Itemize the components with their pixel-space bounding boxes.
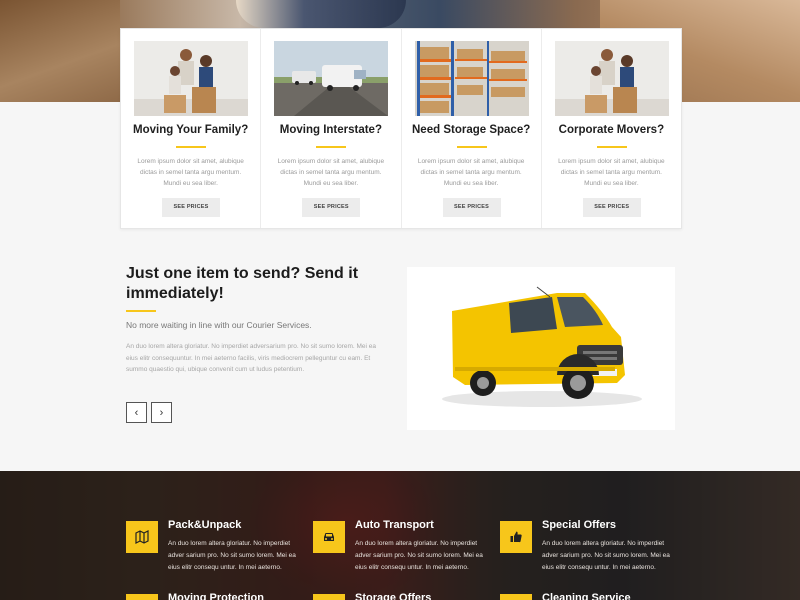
feature-description: An duo lorem altera gloriatur. No imperd… bbox=[168, 540, 296, 571]
features-section: Pack&Unpack An duo lorem altera gloriatu… bbox=[0, 471, 800, 600]
title-underline bbox=[316, 146, 347, 148]
title-underline bbox=[456, 146, 487, 148]
feature-title: Storage Offers bbox=[355, 592, 432, 600]
next-arrow-button[interactable]: › bbox=[151, 402, 172, 423]
see-prices-button[interactable]: SEE PRICES bbox=[442, 198, 501, 217]
hero-boxes-left bbox=[0, 0, 120, 102]
service-card-storage: Need Storage Space? Lorem ipsum dolor si… bbox=[401, 29, 542, 228]
heading-underline bbox=[126, 310, 156, 312]
card-title: Moving Your Family? bbox=[133, 124, 249, 136]
map-icon bbox=[126, 521, 158, 553]
thumbs-up-icon bbox=[500, 521, 532, 553]
box-icon bbox=[313, 594, 345, 600]
car-icon bbox=[313, 521, 345, 553]
card-description: Lorem ipsum dolor sit amet, alubique dic… bbox=[137, 158, 244, 187]
service-card-corporate: Corporate Movers? Lorem ipsum dolor sit … bbox=[541, 29, 681, 228]
courier-body: An duo lorem altera gloriatur. No imperd… bbox=[126, 343, 376, 373]
service-card-family: Moving Your Family? Lorem ipsum dolor si… bbox=[121, 29, 262, 228]
feature-title: Moving Protection bbox=[168, 592, 264, 600]
card-description: Lorem ipsum dolor sit amet, alubique dic… bbox=[558, 158, 665, 187]
card-title: Need Storage Space? bbox=[412, 124, 531, 136]
feature-title: Cleaning Service bbox=[542, 592, 631, 600]
courier-subtitle: No more waiting in line with our Courier… bbox=[126, 320, 312, 330]
feature-title: Special Offers bbox=[542, 519, 616, 531]
hero-child-figure bbox=[236, 0, 406, 28]
service-cards: Moving Your Family? Lorem ipsum dolor si… bbox=[120, 28, 682, 229]
card-title: Corporate Movers? bbox=[558, 124, 665, 136]
card-description: Lorem ipsum dolor sit amet, alubique dic… bbox=[277, 158, 385, 187]
shield-icon bbox=[126, 594, 158, 600]
chevron-right-icon: › bbox=[159, 406, 164, 419]
chevron-left-icon: ‹ bbox=[134, 406, 139, 419]
title-underline bbox=[596, 146, 627, 148]
dark-overlay bbox=[0, 471, 800, 600]
family-image bbox=[554, 41, 669, 116]
family-image bbox=[134, 41, 248, 116]
courier-heading: Just one item to send? Send it immediate… bbox=[126, 265, 359, 302]
see-prices-button[interactable]: SEE PRICES bbox=[582, 198, 641, 217]
van-image bbox=[407, 267, 675, 430]
warehouse-image bbox=[414, 41, 529, 116]
feature-description: An duo lorem altera gloriatur. No imperd… bbox=[542, 540, 670, 571]
feature-title: Auto Transport bbox=[355, 519, 434, 531]
feature-description: An duo lorem altera gloriatur. No imperd… bbox=[355, 540, 483, 571]
feature-title: Pack&Unpack bbox=[168, 519, 242, 531]
broom-icon bbox=[500, 594, 532, 600]
card-title: Moving Interstate? bbox=[279, 124, 382, 136]
vans-image bbox=[274, 41, 389, 116]
see-prices-button[interactable]: SEE PRICES bbox=[162, 198, 220, 217]
prev-arrow-button[interactable]: ‹ bbox=[126, 402, 147, 423]
card-description: Lorem ipsum dolor sit amet, alubique dic… bbox=[417, 158, 525, 187]
title-underline bbox=[176, 146, 206, 148]
service-card-interstate: Moving Interstate? Lorem ipsum dolor sit… bbox=[261, 29, 402, 228]
see-prices-button[interactable]: SEE PRICES bbox=[302, 198, 361, 217]
